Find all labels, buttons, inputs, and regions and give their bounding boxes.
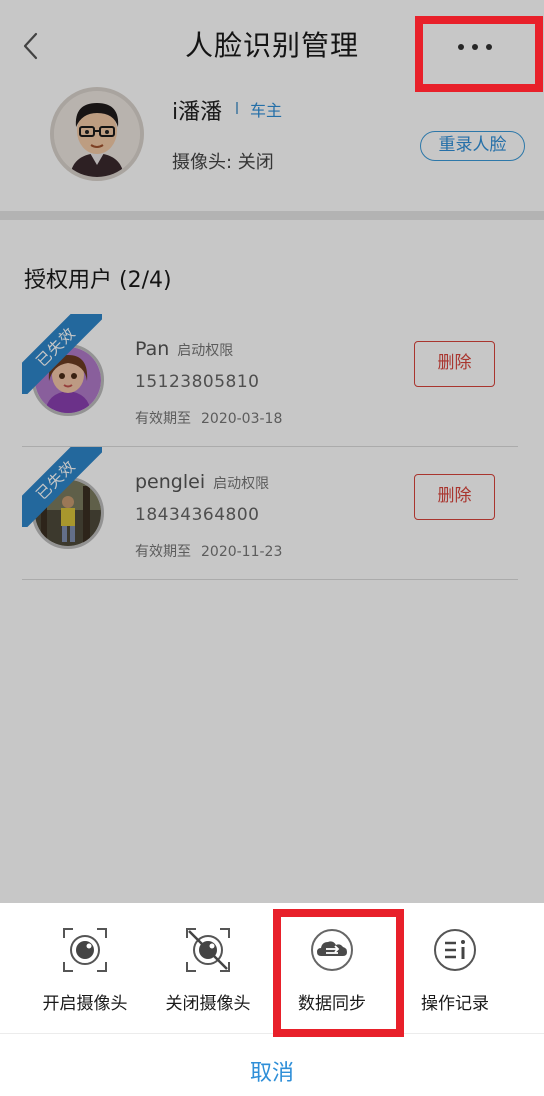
annotation-highlight-sync bbox=[273, 909, 404, 1037]
camera-off-icon bbox=[186, 928, 230, 972]
cancel-button[interactable]: 取消 bbox=[0, 1034, 544, 1096]
annotation-highlight-more bbox=[415, 16, 543, 92]
modal-backdrop[interactable] bbox=[0, 0, 544, 903]
open-camera-action[interactable]: 开启摄像头 bbox=[20, 919, 150, 1019]
camera-on-icon bbox=[63, 928, 107, 972]
action-sheet-options: 开启摄像头 关闭摄像头 数据同步 操作记录 bbox=[0, 903, 544, 1033]
operation-log-icon bbox=[434, 929, 476, 971]
action-label: 操作记录 bbox=[421, 994, 489, 1014]
action-label: 开启摄像头 bbox=[42, 994, 128, 1014]
operation-log-action[interactable]: 操作记录 bbox=[390, 919, 520, 1019]
close-camera-action[interactable]: 关闭摄像头 bbox=[143, 919, 273, 1019]
action-label: 关闭摄像头 bbox=[165, 994, 251, 1014]
action-sheet: 开启摄像头 关闭摄像头 数据同步 操作记录 取消 bbox=[0, 903, 544, 1096]
